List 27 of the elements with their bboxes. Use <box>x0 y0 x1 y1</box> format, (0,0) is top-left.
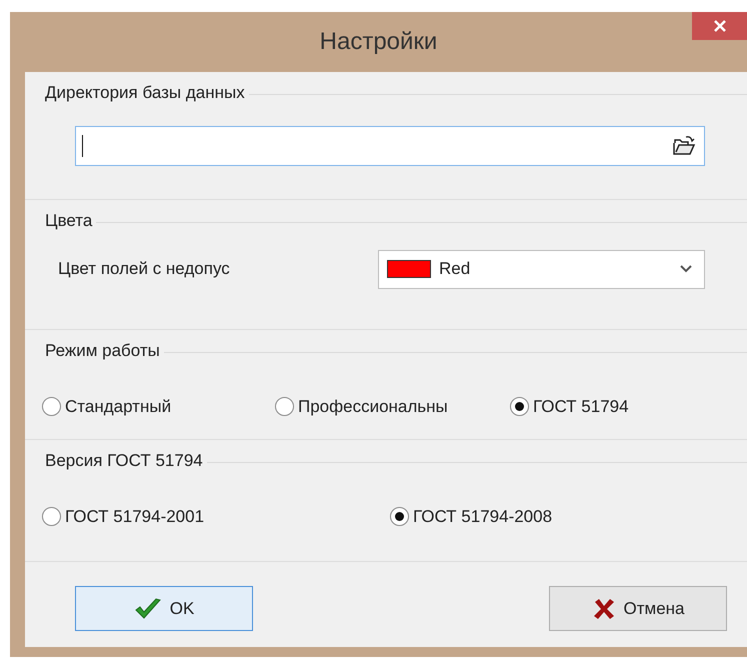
close-button[interactable] <box>692 12 747 40</box>
chevron-down-icon <box>680 265 692 273</box>
radio-button[interactable] <box>275 396 294 416</box>
radio-label: ГОСТ 51794 <box>533 396 629 418</box>
close-icon <box>714 20 726 32</box>
group-title: Версия ГОСТ 51794 <box>45 450 203 472</box>
window-title: Настройки <box>320 27 438 57</box>
directory-field[interactable] <box>75 126 705 166</box>
field-label: Цвет полей с недопус <box>58 258 231 280</box>
group-title: Режим работы <box>45 340 160 362</box>
group-title: Директория базы данных <box>45 82 245 104</box>
radio-button[interactable] <box>42 506 61 526</box>
cross-icon <box>592 596 616 620</box>
ok-button[interactable]: OK <box>75 586 253 631</box>
radio-button[interactable] <box>42 396 61 416</box>
radio-button[interactable] <box>390 506 409 526</box>
radio-button[interactable] <box>510 396 529 416</box>
radio-label: Профессиональны <box>298 396 448 418</box>
cancel-button[interactable]: Отмена <box>549 586 727 631</box>
checkmark-icon <box>134 596 162 620</box>
radio-label: ГОСТ 51794-2008 <box>413 506 552 528</box>
radio-label: ГОСТ 51794-2001 <box>65 506 204 528</box>
folder-icon[interactable] <box>672 134 696 156</box>
radio-label: Стандартный <box>65 396 172 418</box>
group-title: Цвета <box>45 210 92 232</box>
color-dropdown[interactable]: Red <box>378 250 705 288</box>
color-name: Red <box>439 258 472 280</box>
